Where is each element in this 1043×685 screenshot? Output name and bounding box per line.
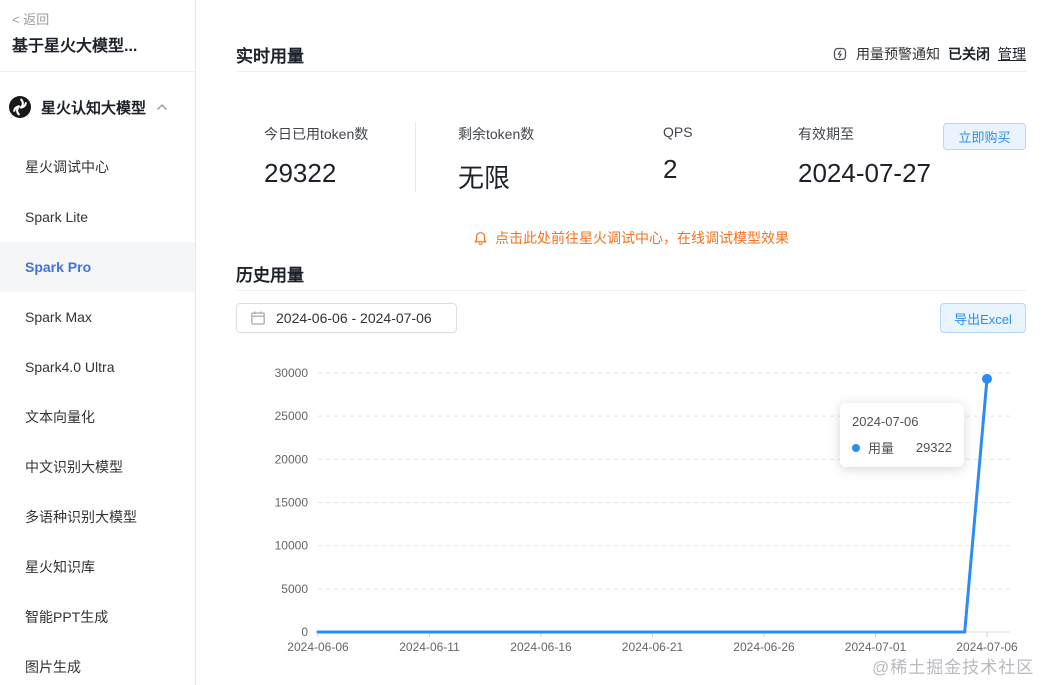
sidebar-item--ppt-[interactable]: 智能PPT生成 bbox=[0, 592, 195, 642]
alert-manage-link[interactable]: 管理 bbox=[998, 44, 1026, 64]
stat-divider bbox=[415, 122, 416, 192]
alert-status: 已关闭 bbox=[948, 46, 990, 62]
watermark: @稀土掘金技术社区 bbox=[872, 658, 1035, 677]
stat-label: 有效期至 bbox=[798, 126, 854, 142]
export-excel-button[interactable]: 导出Excel bbox=[940, 303, 1026, 333]
sidebar-item--[interactable]: 文本向量化 bbox=[0, 392, 195, 442]
sidebar-item-spark-lite[interactable]: Spark Lite bbox=[0, 192, 195, 242]
date-range-picker[interactable]: 2024-06-06 - 2024-07-06 bbox=[236, 303, 457, 333]
svg-text:20000: 20000 bbox=[275, 452, 309, 466]
tooltip-value: 29322 bbox=[915, 440, 952, 455]
sidebar-item-spark-max[interactable]: Spark Max bbox=[0, 292, 195, 342]
stat-value: 无限 bbox=[458, 163, 511, 193]
stat-label: 今日已用token数 bbox=[264, 126, 369, 142]
svg-text:2024-06-06: 2024-06-06 bbox=[287, 640, 349, 654]
stat-label: QPS bbox=[663, 124, 693, 140]
stat-expiry: 有效期至 2024-07-27 bbox=[798, 124, 931, 189]
svg-text:2024-06-21: 2024-06-21 bbox=[622, 640, 684, 654]
sidebar-item--[interactable]: 星火调试中心 bbox=[0, 142, 195, 192]
tooltip-series-name: 用量 bbox=[868, 441, 895, 456]
tooltip-date: 2024-07-06 bbox=[852, 414, 919, 429]
sidebar-item-spark-pro[interactable]: Spark Pro bbox=[0, 242, 195, 292]
sidebar-item--[interactable]: 图片生成 bbox=[0, 642, 195, 685]
svg-text:30000: 30000 bbox=[275, 366, 309, 380]
spark-logo-icon bbox=[8, 95, 32, 119]
alert-label: 用量预警通知 bbox=[856, 46, 940, 62]
svg-text:2024-06-16: 2024-06-16 bbox=[510, 640, 572, 654]
svg-text:2024-06-11: 2024-06-11 bbox=[399, 640, 460, 654]
usage-dashboard: < 返回 基于星火大模型... 星火认知大模型 星火调试中心 Spark Lite… bbox=[0, 0, 1043, 685]
sidebar-group-label: 星火认知大模型 bbox=[41, 99, 147, 117]
stat-qps: QPS 2 bbox=[663, 124, 693, 185]
notice-text: 点击此处前往星火调试中心，在线调试模型效果 bbox=[495, 230, 789, 246]
stat-label: 剩余token数 bbox=[458, 126, 535, 142]
buy-now-button[interactable]: 立即购买 bbox=[943, 123, 1026, 150]
bell-icon bbox=[473, 231, 488, 246]
back-link[interactable]: < 返回 bbox=[12, 9, 49, 28]
sidebar-item--[interactable]: 中文识别大模型 bbox=[0, 442, 195, 492]
stat-value: 2 bbox=[663, 154, 678, 184]
svg-text:0: 0 bbox=[301, 625, 308, 639]
sidebar-group-header[interactable]: 星火认知大模型 bbox=[8, 92, 188, 122]
sidebar-item--[interactable]: 星火知识库 bbox=[0, 542, 195, 592]
stat-tokens-used: 今日已用token数 29322 bbox=[264, 124, 368, 189]
tooltip-row: 用量 29322 bbox=[852, 438, 952, 457]
series-dot-icon bbox=[852, 443, 860, 452]
svg-text:15000: 15000 bbox=[275, 496, 309, 510]
history-usage-title: 历史用量 bbox=[236, 266, 304, 285]
sidebar: < 返回 基于星火大模型... 星火认知大模型 星火调试中心 Spark Lite… bbox=[0, 0, 196, 685]
svg-text:5000: 5000 bbox=[281, 582, 308, 596]
svg-text:2024-06-26: 2024-06-26 bbox=[733, 640, 795, 654]
calendar-icon bbox=[250, 310, 266, 326]
svg-text:25000: 25000 bbox=[275, 409, 309, 423]
sidebar-divider bbox=[0, 71, 196, 72]
stat-tokens-remaining: 剩余token数 无限 bbox=[458, 124, 534, 195]
sidebar-menu: 星火调试中心 Spark Lite Spark Pro Spark Max Spark4… bbox=[0, 142, 195, 685]
app-title: 基于星火大模型... bbox=[12, 38, 138, 55]
usage-alert-cluster: 用量预警通知 已关闭 管理 bbox=[832, 44, 1026, 64]
chevron-up-icon[interactable] bbox=[156, 103, 168, 111]
history-divider bbox=[236, 290, 1026, 291]
stat-value: 29322 bbox=[264, 158, 337, 188]
alarm-icon bbox=[832, 46, 848, 62]
debug-center-notice-link[interactable]: 点击此处前往星火调试中心，在线调试模型效果 bbox=[236, 228, 1026, 248]
stat-value: 2024-07-27 bbox=[798, 158, 931, 188]
realtime-usage-title: 实时用量 bbox=[236, 47, 304, 66]
realtime-divider bbox=[236, 71, 1026, 72]
svg-text:2024-07-06: 2024-07-06 bbox=[956, 640, 1018, 654]
svg-text:10000: 10000 bbox=[275, 539, 309, 553]
date-range-text: 2024-06-06 - 2024-07-06 bbox=[276, 310, 432, 326]
chart-tooltip: 2024-07-06 用量 29322 bbox=[840, 403, 964, 467]
svg-text:2024-07-01: 2024-07-01 bbox=[845, 640, 907, 654]
sidebar-item--[interactable]: 多语种识别大模型 bbox=[0, 492, 195, 542]
sidebar-item-spark4-0-ultra[interactable]: Spark4.0 Ultra bbox=[0, 342, 195, 392]
